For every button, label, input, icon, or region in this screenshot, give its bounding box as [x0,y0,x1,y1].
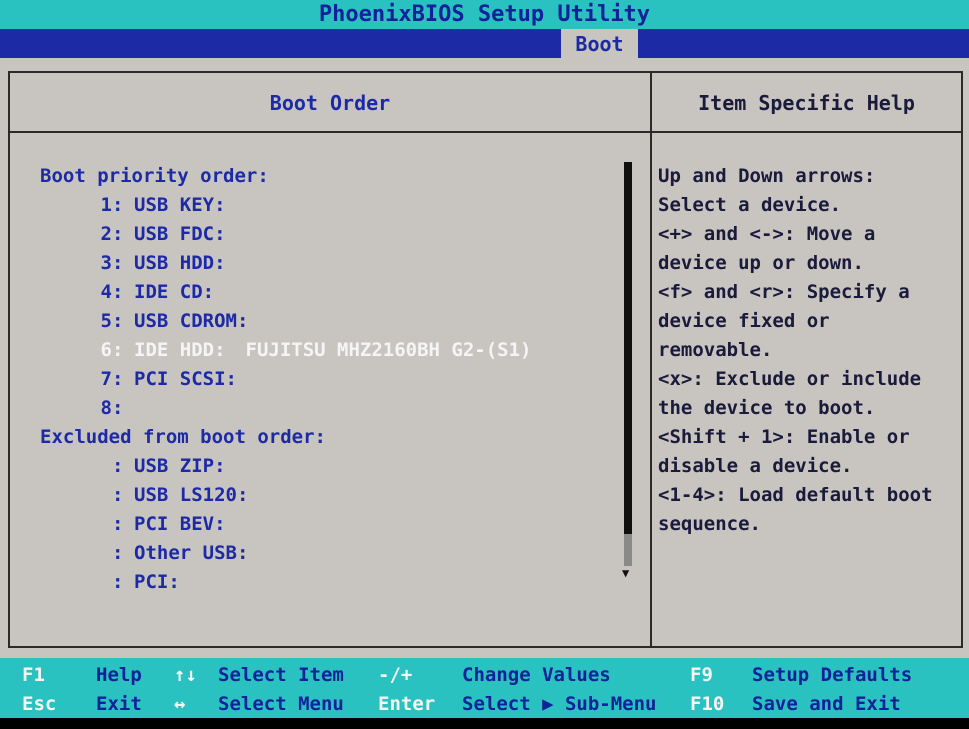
boot-item-device: USB FDC: [134,223,226,245]
boot-item-number: 5 [100,310,112,332]
help-line: <+> and <->: Move a [658,223,876,245]
scroll-down-arrow-icon[interactable]: ▼ [622,566,634,580]
help-line: removable. [658,339,773,361]
boot-order-header: Boot Order [269,91,391,115]
help-line: device fixed or [658,310,830,332]
key-esc: Esc [22,693,57,715]
boot-order-list: Boot priority order: 1: USB KEY: 2: USB FD… [40,162,620,597]
bottom-border [0,718,969,729]
boot-item-device: PCI SCSI: [134,368,237,390]
excluded-item-pci-bev[interactable]: : PCI BEV: [40,510,620,539]
scroll-thumb[interactable] [624,162,632,534]
excluded-item-device: USB LS120: [134,484,249,506]
main-panel: Boot Order Item Specific Help Boot prior… [0,58,969,658]
boot-item-number: 3 [100,252,112,274]
action-select-menu: Select Menu [218,693,344,715]
help-header: Item Specific Help [698,91,915,115]
key-enter: Enter [378,693,436,715]
help-line: <Shift + 1>: Enable or [658,426,910,448]
help-line: sequence. [658,513,761,535]
help-line: <x>: Exclude or include [658,368,922,390]
help-line: device up or down. [658,252,864,274]
excluded-item-usb-ls120[interactable]: : USB LS120: [40,481,620,510]
boot-item-1[interactable]: 1: USB KEY: [40,191,620,220]
boot-item-3[interactable]: 3: USB HDD: [40,249,620,278]
tab-boot[interactable]: Boot [561,29,638,58]
app-title: PhoenixBIOS Setup Utility [318,2,651,27]
key-legend-footer: F1 Help ↑↓ Select Item -/+ Change Values… [0,658,969,718]
footer-row-2: Esc Exit ↔ Select Menu Enter Select ▶ Su… [0,689,969,718]
excluded-item-device: Other USB: [134,542,249,564]
action-exit: Exit [96,693,142,715]
excluded-item-pci[interactable]: : PCI: [40,568,620,597]
excluded-item-device: PCI BEV: [134,513,226,535]
help-line: <f> and <r>: Specify a [658,281,910,303]
column-divider [650,73,652,646]
boot-item-number: 7 [100,368,112,390]
boot-item-device: USB KEY: [134,194,226,216]
key-minus-plus: -/+ [378,664,413,686]
boot-item-number: 4 [100,281,112,303]
boot-item-4[interactable]: 4: IDE CD: [40,278,620,307]
boot-item-8[interactable]: 8: [40,394,620,423]
boot-item-2[interactable]: 2: USB FDC: [40,220,620,249]
title-bar: PhoenixBIOS Setup Utility [0,0,969,29]
help-line: Select a device. [658,194,842,216]
excluded-item-device: USB ZIP: [134,455,226,477]
boot-item-device: IDE CD: [134,281,215,303]
boot-item-device: USB CDROM: [134,310,249,332]
action-select-item: Select Item [218,664,344,686]
boot-priority-label: Boot priority order: [40,165,269,187]
help-panel: Up and Down arrows: Select a device. <+>… [658,162,953,539]
boot-item-device: IDE HDD: [134,339,226,361]
footer-row-1: F1 Help ↑↓ Select Item -/+ Change Values… [0,660,969,689]
header-divider [10,131,961,133]
help-line: the device to boot. [658,397,876,419]
leftright-arrows-icon: ↔ [174,693,186,715]
action-help: Help [96,664,142,686]
boot-item-5[interactable]: 5: USB CDROM: [40,307,620,336]
scroll-track[interactable] [624,534,632,566]
bios-screen: PhoenixBIOS Setup Utility Boot Boot Orde… [0,0,969,729]
excluded-label: Excluded from boot order: [40,426,326,448]
action-change-values: Change Values [462,664,611,686]
boot-item-number: 2 [100,223,112,245]
action-save-and-exit: Save and Exit [752,693,901,715]
excluded-item-other-usb[interactable]: : Other USB: [40,539,620,568]
boot-item-6-selected[interactable]: 6: IDE HDD: FUJITSU MHZ2160BH G2-(S1) [40,336,620,365]
help-line: Up and Down arrows: [658,165,876,187]
action-select-submenu: Select ▶ Sub-Menu [462,693,657,715]
boot-item-value: FUJITSU MHZ2160BH G2-(S1) [245,339,532,361]
scrollbar[interactable]: ▼ [622,162,634,642]
key-f1: F1 [22,664,45,686]
help-line: <1-4>: Load default boot [658,484,933,506]
boot-item-number: 1 [100,194,112,216]
boot-item-device: USB HDD: [134,252,226,274]
excluded-item-usb-zip[interactable]: : USB ZIP: [40,452,620,481]
action-setup-defaults: Setup Defaults [752,664,913,686]
key-f10: F10 [690,693,725,715]
boot-item-number: 6 [100,339,112,361]
boot-item-7[interactable]: 7: PCI SCSI: [40,365,620,394]
menu-bar: Boot [0,29,969,58]
key-f9: F9 [690,664,713,686]
boot-item-number: 8 [100,397,112,419]
excluded-item-device: PCI: [134,571,180,593]
updown-arrows-icon: ↑↓ [174,664,197,686]
help-line: disable a device. [658,455,853,477]
